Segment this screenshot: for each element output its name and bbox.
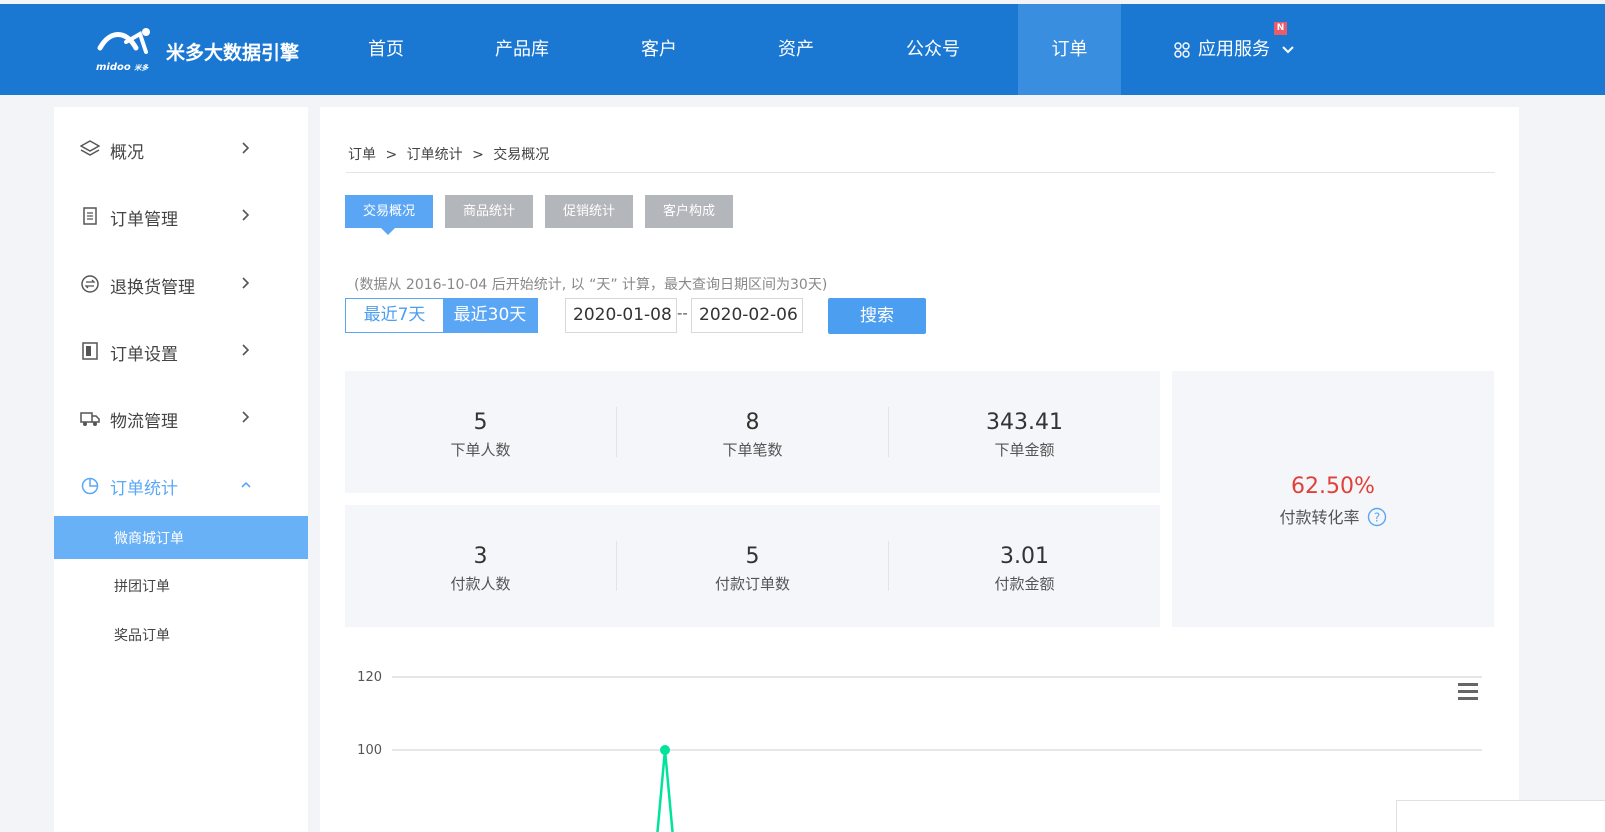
range-last-30-days-button[interactable]: 最近30天 <box>443 299 537 332</box>
pie-chart-icon <box>81 477 99 495</box>
tab-customer-composition[interactable]: 客户构成 <box>645 195 733 228</box>
sidebar-subitem-wechat-mall-orders[interactable]: 微商城订单 <box>54 516 308 559</box>
range-last-7-days-button[interactable]: 最近7天 <box>346 299 443 332</box>
breadcrumb-item-orders[interactable]: 订单 <box>348 147 376 163</box>
sidebar-item-overview[interactable]: 概况 <box>54 127 308 171</box>
sidebar-subitem-group-buy-orders[interactable]: 拼团订单 <box>54 564 308 607</box>
breadcrumb-item-order-statistics[interactable]: 订单统计 <box>407 147 463 163</box>
stat-value: 5 <box>745 544 760 569</box>
floating-panel-corner <box>1396 800 1605 832</box>
order-stats-panel: 5 下单人数 8 下单笔数 343.41 下单金额 <box>345 371 1160 493</box>
top-navbar: 米多大数据引擎 midoo 米多 首页 产品库 客户 资产 公众号 订单 应用服… <box>0 4 1605 95</box>
stat-label: 付款订单数 <box>714 575 790 593</box>
end-date-input[interactable]: 2020-02-06 <box>691 298 803 333</box>
sidebar-item-logistics[interactable]: 物流管理 <box>54 396 308 440</box>
nav-home[interactable]: 首页 <box>350 4 422 95</box>
truck-icon <box>80 412 100 426</box>
stat-value: 5 <box>473 410 488 435</box>
question-circle-icon[interactable]: ? <box>1367 507 1387 527</box>
start-date-input[interactable]: 2020-01-08 <box>565 298 677 333</box>
sidebar-item-label: 订单统计 <box>110 479 178 499</box>
search-button[interactable]: 搜索 <box>828 298 926 334</box>
breadcrumb-item-transaction-overview: 交易概况 <box>493 147 550 163</box>
sidebar-subitem-prize-orders[interactable]: 奖品订单 <box>54 613 308 656</box>
sidebar-item-order-settings[interactable]: 订单设置 <box>54 329 308 373</box>
midoo-logo-icon <box>97 28 150 54</box>
sidebar-subitem-label: 微商城订单 <box>114 531 184 547</box>
date-range-toggle: 最近7天 最近30天 <box>345 298 538 333</box>
stat-label: 付款金额 <box>994 575 1055 593</box>
sidebar-item-label: 概况 <box>110 143 144 163</box>
nav-app-service-label: 应用服务 <box>1198 39 1270 60</box>
document-icon <box>83 207 97 225</box>
y-tick-label: 100 <box>357 743 382 758</box>
sidebar: 概况 订单管理 退换货管理 订单设置 物流管理 订单统计 微商城订单 拼团订单 … <box>54 107 308 832</box>
nav-products[interactable]: 产品库 <box>480 4 564 95</box>
date-separator: -- <box>677 304 688 322</box>
breadcrumb-separator: > <box>472 147 484 163</box>
breadcrumb-separator: > <box>385 147 398 163</box>
order-trend-chart: 120 100 <box>357 670 1482 832</box>
nav-orders[interactable]: 订单 <box>1018 4 1121 95</box>
stat-value: 3.01 <box>1000 544 1049 569</box>
svg-text:?: ? <box>1373 511 1379 525</box>
date-range-note: (数据从 2016-10-04 后开始统计, 以 “天” 计算，最大查询日期区间… <box>354 277 828 293</box>
sidebar-item-order-statistics[interactable]: 订单统计 <box>54 463 308 507</box>
y-tick-label: 120 <box>357 670 382 685</box>
conversion-rate-panel: 62.50% 付款转化率 ? <box>1172 371 1494 627</box>
layers-icon <box>80 140 100 156</box>
stat-paid-orders: 5 付款订单数 <box>617 505 888 627</box>
stat-value: 8 <box>745 410 760 435</box>
sidebar-item-order-management[interactable]: 订单管理 <box>54 194 308 238</box>
hamburger-icon[interactable] <box>1458 683 1478 700</box>
conversion-rate-value: 62.50% <box>1291 474 1375 499</box>
tab-transaction-overview[interactable]: 交易概况 <box>345 195 433 235</box>
stat-label: 下单笔数 <box>722 441 783 459</box>
sidebar-item-returns[interactable]: 退换货管理 <box>54 262 308 306</box>
nav-app-service[interactable]: 应用服务 <box>1170 4 1300 95</box>
brand-logo[interactable]: 米多大数据引擎 midoo 米多 <box>96 26 316 78</box>
stat-order-amount: 343.41 下单金额 <box>889 371 1160 493</box>
brand-sub: midoo 米多 <box>96 62 149 73</box>
sidebar-subitem-label: 拼团订单 <box>114 579 170 595</box>
stat-label: 下单金额 <box>994 441 1055 459</box>
chevron-right-icon <box>242 344 250 356</box>
stat-order-count: 8 下单笔数 <box>617 371 888 493</box>
sidebar-item-label: 订单设置 <box>110 345 178 365</box>
chevron-right-icon <box>242 277 250 289</box>
sidebar-item-label: 物流管理 <box>110 412 178 432</box>
stat-label: 下单人数 <box>450 441 511 459</box>
nav-assets[interactable]: 资产 <box>762 4 830 95</box>
nav-customers[interactable]: 客户 <box>625 4 693 95</box>
tab-promotion-statistics[interactable]: 促销统计 <box>545 195 633 228</box>
breadcrumb-divider <box>346 172 1495 173</box>
stat-value: 3 <box>473 544 488 569</box>
chevron-right-icon <box>242 142 250 154</box>
sidebar-item-label: 订单管理 <box>110 210 178 230</box>
chevron-right-icon <box>242 411 250 423</box>
nav-official-account[interactable]: 公众号 <box>890 4 976 95</box>
payment-stats-panel: 3 付款人数 5 付款订单数 3.01 付款金额 <box>345 505 1160 627</box>
stat-value: 343.41 <box>986 410 1063 435</box>
breadcrumb: 订单 > 订单统计 > 交易概况 <box>348 144 549 164</box>
stat-label: 付款人数 <box>450 575 511 593</box>
conversion-rate-label: 付款转化率 ? <box>1172 504 1494 528</box>
data-point <box>660 745 670 755</box>
sidebar-subitem-label: 奖品订单 <box>114 628 170 644</box>
stat-order-users: 5 下单人数 <box>345 371 616 493</box>
chevron-right-icon <box>242 209 250 221</box>
series-line <box>656 749 674 832</box>
exchange-icon <box>81 275 99 293</box>
stat-paid-users: 3 付款人数 <box>345 505 616 627</box>
brand-name: 米多大数据引擎 <box>166 42 300 64</box>
main-panel: 订单 > 订单统计 > 交易概况 交易概况 商品统计 促销统计 客户构成 (数据… <box>320 107 1519 832</box>
settings-doc-icon <box>82 342 98 360</box>
sidebar-item-label: 退换货管理 <box>110 278 195 298</box>
new-badge: N <box>1274 22 1287 35</box>
chevron-down-icon <box>1282 46 1294 54</box>
tab-product-statistics[interactable]: 商品统计 <box>445 195 533 228</box>
stat-paid-amount: 3.01 付款金额 <box>889 505 1160 627</box>
grid-icon <box>1174 42 1190 58</box>
chevron-up-icon <box>241 481 251 488</box>
